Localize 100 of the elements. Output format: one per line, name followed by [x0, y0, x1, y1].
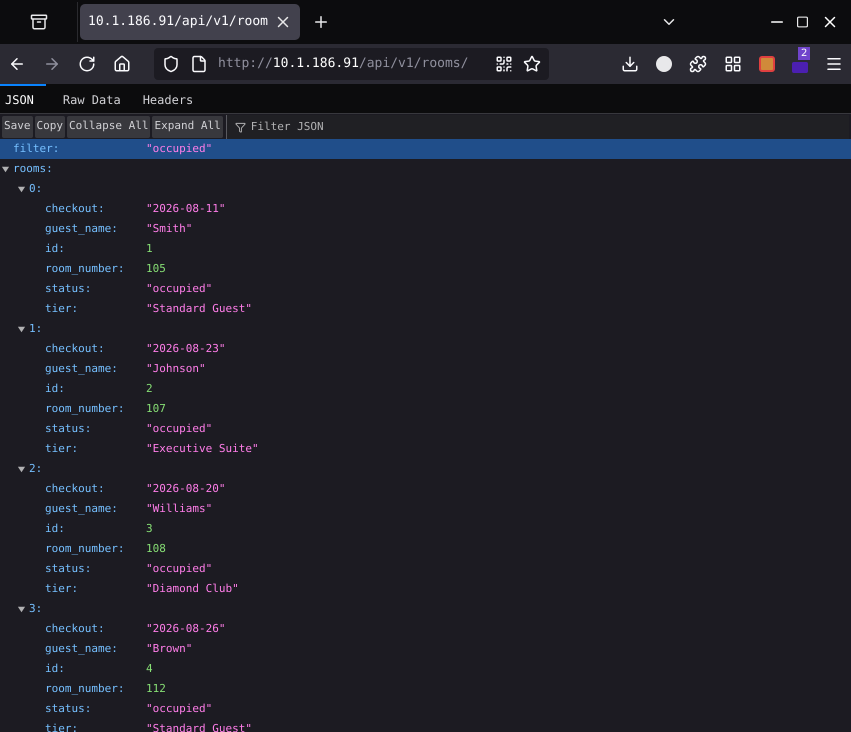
viewer-tab[interactable]: Headers — [138, 84, 198, 113]
tree-row[interactable]: room_number: 105 — [0, 259, 851, 279]
json-key: room_number: — [45, 400, 124, 418]
page-icon[interactable] — [190, 55, 208, 73]
extension-badge: 2 — [798, 46, 810, 60]
json-key: rooms: — [13, 160, 53, 178]
tree-row[interactable]: id: 4 — [0, 659, 851, 679]
toolbar-button[interactable]: Save — [2, 116, 32, 138]
tree-row[interactable]: 0: — [0, 179, 851, 199]
json-value: "Johnson" — [146, 360, 206, 377]
json-key: status: — [45, 560, 92, 578]
json-key: room_number: — [45, 680, 124, 698]
json-key: 2: — [29, 460, 42, 478]
star-icon[interactable] — [523, 55, 541, 73]
tree-row[interactable]: tier: "Executive Suite" — [0, 439, 851, 459]
json-value: "occupied" — [146, 140, 212, 157]
tree-row[interactable]: tier: "Standard Guest" — [0, 299, 851, 319]
json-key: checkout: — [45, 620, 105, 638]
json-value: "Executive Suite" — [146, 440, 259, 457]
forward-icon[interactable] — [43, 55, 61, 73]
json-key: room_number: — [45, 540, 124, 558]
json-key: 1: — [29, 320, 42, 338]
filter-field[interactable]: Filter JSON — [226, 114, 849, 138]
tree-row[interactable]: room_number: 112 — [0, 679, 851, 699]
json-key: status: — [45, 280, 92, 298]
puzzle-icon[interactable] — [689, 55, 707, 73]
download-icon[interactable] — [621, 55, 639, 73]
toolbar-button[interactable]: Copy — [34, 116, 65, 138]
tree-row[interactable]: tier: "Standard Guest" — [0, 719, 851, 732]
json-key: guest_name: — [45, 360, 118, 378]
json-value: "Williams" — [146, 500, 212, 517]
tree-row[interactable]: status: "occupied" — [0, 559, 851, 579]
json-value: "2026-08-11" — [146, 200, 226, 217]
tab-title: 10.1.186.91/api/v1/room — [88, 13, 270, 32]
tree-row[interactable]: id: 2 — [0, 379, 851, 399]
toolbar-button[interactable]: Expand All — [152, 116, 223, 138]
json-value: 4 — [146, 660, 153, 677]
qr-code-icon[interactable] — [495, 55, 513, 73]
json-value: 1 — [146, 240, 153, 257]
back-icon[interactable] — [8, 55, 26, 73]
reload-icon[interactable] — [78, 55, 96, 73]
tree-row[interactable]: status: "occupied" — [0, 419, 851, 439]
tree-row[interactable]: guest_name: "Smith" — [0, 219, 851, 239]
tree-row[interactable]: rooms: — [0, 159, 851, 179]
json-value: "occupied" — [146, 560, 212, 577]
tree-row[interactable]: 2: — [0, 459, 851, 479]
tree-row[interactable]: id: 3 — [0, 519, 851, 539]
json-key: checkout: — [45, 200, 105, 218]
tree-row[interactable]: checkout: "2026-08-20" — [0, 479, 851, 499]
tab-list-icon[interactable] — [30, 13, 48, 31]
browser-tab[interactable]: 10.1.186.91/api/v1/room — [80, 4, 300, 40]
extension-icon[interactable] — [759, 56, 775, 72]
json-value: "Standard Guest" — [146, 300, 252, 317]
url-text: http://10.1.186.91/api/v1/rooms/ — [218, 55, 468, 74]
new-tab-icon[interactable] — [312, 13, 330, 31]
caret-icon[interactable] — [17, 184, 26, 194]
address-bar[interactable]: http://10.1.186.91/api/v1/rooms/ — [154, 48, 549, 80]
tree-row[interactable]: 1: — [0, 319, 851, 339]
shield-icon[interactable] — [162, 55, 180, 73]
home-icon[interactable] — [113, 55, 131, 73]
json-key: room_number: — [45, 260, 124, 278]
json-key: checkout: — [45, 480, 105, 498]
json-value: 105 — [146, 260, 166, 277]
toolbar-button[interactable]: Collapse All — [67, 116, 150, 138]
json-key: tier: — [45, 720, 78, 732]
tree-row[interactable]: status: "occupied" — [0, 279, 851, 299]
tree-row[interactable]: room_number: 107 — [0, 399, 851, 419]
json-key: guest_name: — [45, 640, 118, 658]
tree-row[interactable]: guest_name: "Brown" — [0, 639, 851, 659]
json-key: checkout: — [45, 340, 105, 358]
tree-row[interactable]: id: 1 — [0, 239, 851, 259]
json-key: tier: — [45, 580, 78, 598]
json-value: "Standard Guest" — [146, 720, 252, 732]
json-key: tier: — [45, 300, 78, 318]
caret-icon[interactable] — [17, 604, 26, 614]
json-key: guest_name: — [45, 500, 118, 518]
caret-icon[interactable] — [1, 164, 10, 174]
grid-icon[interactable] — [724, 55, 742, 73]
json-value: "Diamond Club" — [146, 580, 239, 597]
menu-icon[interactable] — [825, 55, 843, 73]
tree-row[interactable]: 3: — [0, 599, 851, 619]
tree-row[interactable]: tier: "Diamond Club" — [0, 579, 851, 599]
json-value: "occupied" — [146, 700, 212, 717]
tree-row[interactable]: room_number: 108 — [0, 539, 851, 559]
tree-row[interactable]: checkout: "2026-08-23" — [0, 339, 851, 359]
tree-row[interactable]: filter: "occupied" — [0, 139, 851, 159]
caret-icon[interactable] — [17, 464, 26, 474]
json-value: 2 — [146, 380, 153, 397]
viewer-tab[interactable]: Raw Data — [58, 84, 126, 113]
tree-row[interactable]: status: "occupied" — [0, 699, 851, 719]
json-value: "Smith" — [146, 220, 192, 237]
json-key: id: — [45, 660, 65, 678]
json-value: "2026-08-23" — [146, 340, 226, 357]
tree-row[interactable]: checkout: "2026-08-26" — [0, 619, 851, 639]
tree-row[interactable]: checkout: "2026-08-11" — [0, 199, 851, 219]
tree-row[interactable]: guest_name: "Williams" — [0, 499, 851, 519]
tree-row[interactable]: guest_name: "Johnson" — [0, 359, 851, 379]
json-key: id: — [45, 380, 65, 398]
json-key: filter: — [13, 140, 60, 158]
caret-icon[interactable] — [17, 324, 26, 334]
